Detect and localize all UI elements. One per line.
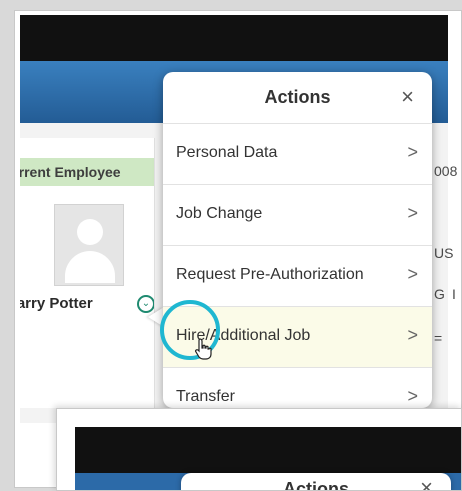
chevron-right-icon: > [407, 386, 418, 406]
avatar [54, 204, 124, 286]
menu-item-label: Transfer [176, 388, 235, 405]
employee-name: Harry Potter [20, 295, 93, 312]
actions-title: Actions [264, 87, 331, 107]
menu-item-job-change[interactable]: Job Change > [163, 185, 432, 246]
menu-item-label: Request Pre-Authorization [176, 266, 364, 283]
second-window-banner [75, 427, 461, 473]
right-fragment-3: G [434, 286, 445, 302]
close-icon[interactable]: × [401, 84, 414, 110]
second-actions-title: Actions [282, 479, 349, 491]
avatar-head-icon [77, 219, 103, 245]
menu-item-label: Job Change [176, 205, 263, 222]
avatar-body-icon [65, 251, 115, 283]
menu-item-label: Personal Data [176, 144, 278, 161]
menu-item-request-pre-authorization[interactable]: Request Pre-Authorization > [163, 246, 432, 307]
menu-item-transfer[interactable]: Transfer > [163, 368, 432, 408]
employee-panel: Current Employee Harry Potter ⌄ [20, 138, 155, 408]
right-fragment-5: = [434, 330, 443, 346]
second-actions-popover: Actions × [181, 473, 451, 491]
actions-header: Actions × [163, 72, 432, 124]
top-banner [20, 15, 448, 61]
menu-item-personal-data[interactable]: Personal Data > [163, 124, 432, 185]
chevron-right-icon: > [407, 264, 418, 284]
second-window: Actions × [56, 408, 462, 491]
right-fragment-1: 008 [434, 163, 458, 179]
chevron-right-icon: > [407, 325, 418, 345]
chevron-right-icon: > [407, 203, 418, 223]
close-icon[interactable]: × [420, 475, 433, 490]
chevron-right-icon: > [407, 142, 418, 162]
employee-status-badge: Current Employee [20, 158, 154, 186]
hand-cursor-icon [194, 338, 212, 366]
right-fragment-2: US [434, 245, 454, 261]
right-fragment-4: I [452, 286, 456, 302]
